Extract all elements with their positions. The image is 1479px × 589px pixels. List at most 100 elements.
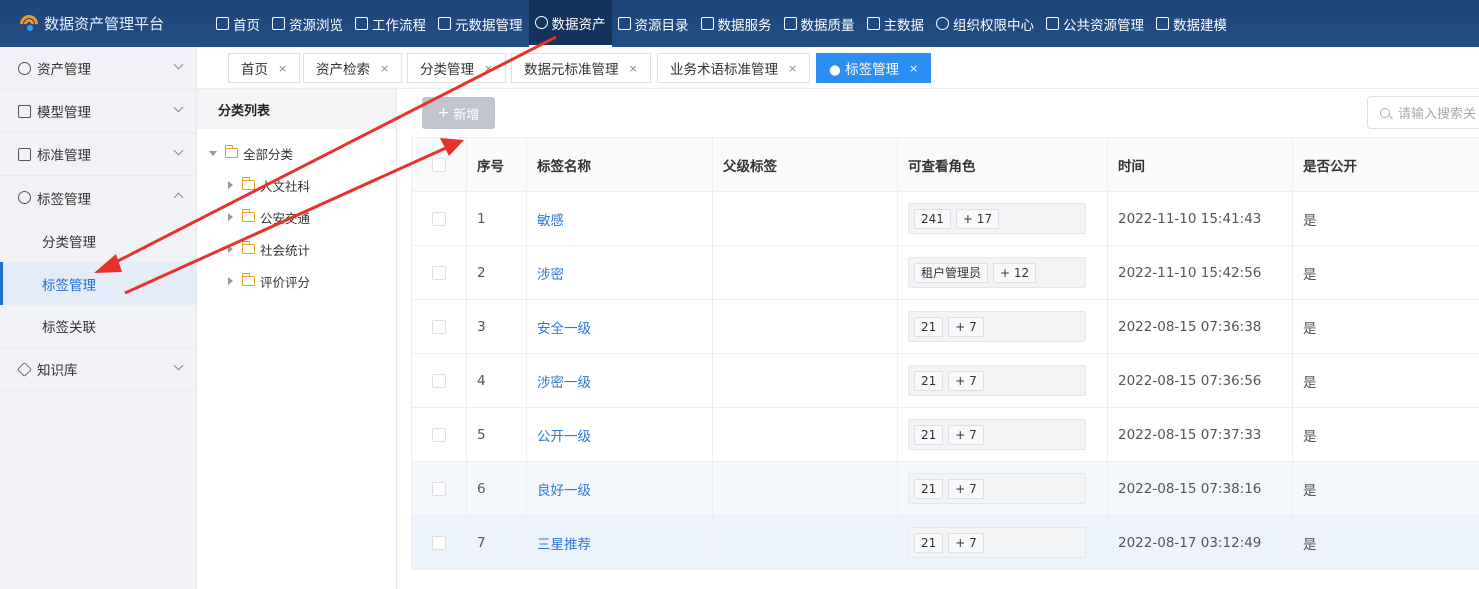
close-icon[interactable]: ×: [484, 62, 493, 75]
caret-right-icon[interactable]: [228, 245, 233, 253]
sidebar-group-knowledge-base[interactable]: 知识库: [0, 348, 196, 391]
tab-data-element-standard[interactable]: 数据元标准管理 ×: [511, 53, 651, 83]
row-checkbox[interactable]: [432, 535, 446, 550]
tree-node[interactable]: 评价评分: [197, 265, 396, 297]
tag-name-link[interactable]: 良好一级: [537, 483, 591, 499]
folder-icon: [242, 273, 255, 286]
bar-chart-icon: [783, 17, 797, 30]
close-icon[interactable]: ×: [788, 62, 797, 75]
category-tree: 分类列表 全部分类 人文社科 公安交通 社会统计 评价评分: [197, 89, 397, 589]
caret-down-icon[interactable]: [209, 150, 217, 156]
row-number: 6: [466, 461, 527, 516]
sidebar: 资产管理 模型管理 标准管理 标签管理 分类管理 标签管理 标签关联 知识库: [0, 47, 197, 589]
tag-name-link[interactable]: 敏感: [537, 213, 564, 229]
sidebar-item-tag-association[interactable]: 标签关联: [0, 305, 196, 348]
nav-item-data-modeling[interactable]: 数据建模: [1150, 0, 1233, 47]
sidebar-group-tag-management[interactable]: 标签管理: [0, 176, 196, 219]
tree-node[interactable]: 人文社科: [197, 169, 396, 201]
caret-right-icon[interactable]: [228, 277, 233, 285]
close-icon[interactable]: ×: [278, 62, 287, 75]
sidebar-item-category-management[interactable]: 分类管理: [0, 219, 196, 262]
chevron-down-icon: [173, 102, 184, 113]
tree-node[interactable]: 公安交通: [197, 201, 396, 233]
time-cell: 2022-08-15 07:37:33: [1107, 407, 1293, 462]
row-checkbox[interactable]: [432, 265, 446, 280]
nav-item-data-quality[interactable]: 数据质量: [778, 0, 861, 47]
tab-label: ● 标签管理: [829, 62, 900, 78]
tag-name-link[interactable]: 安全一级: [537, 321, 591, 337]
chevron-down-icon: [173, 59, 184, 70]
tab-asset-search[interactable]: 资产检索 ×: [303, 53, 403, 83]
layers-icon: [438, 17, 451, 30]
sidebar-group-asset-management[interactable]: 资产管理: [0, 47, 196, 90]
time-cell: 2022-11-10 15:42:56: [1107, 245, 1293, 300]
sidebar-group-standard-management[interactable]: 标准管理: [0, 133, 196, 176]
nav-item-data-service[interactable]: 数据服务: [695, 0, 778, 47]
nav-item-catalog[interactable]: 资源目录: [612, 0, 695, 47]
sidebar-group-label: 模型管理: [37, 105, 91, 121]
row-checkbox[interactable]: [432, 427, 446, 442]
close-icon[interactable]: ×: [629, 62, 638, 75]
roles-select[interactable]: 21 + 7: [908, 419, 1086, 450]
tag-name-cell: 敏感: [526, 191, 713, 246]
sidebar-item-tag-management[interactable]: 标签管理: [0, 262, 196, 305]
tag-name-link[interactable]: 涉密: [537, 267, 564, 283]
roles-select[interactable]: 租户管理员 + 12: [908, 257, 1086, 288]
roles-select[interactable]: 241 + 17: [908, 203, 1086, 234]
tag-name-link[interactable]: 三星推荐: [537, 537, 591, 553]
tag-name-link[interactable]: 公开一级: [537, 429, 591, 445]
row-checkbox[interactable]: [432, 481, 446, 496]
tree-node-root[interactable]: 全部分类: [197, 137, 396, 169]
roles-select[interactable]: 21 + 7: [908, 365, 1086, 396]
nav-item-public-resource[interactable]: 公共资源管理: [1040, 0, 1150, 47]
tree-node-label: 社会统计: [260, 242, 311, 258]
row-checkbox[interactable]: [432, 373, 446, 388]
time-cell: 2022-08-15 07:36:38: [1107, 299, 1293, 354]
roles-select[interactable]: 21 + 7: [908, 473, 1086, 504]
public-cell: 是: [1292, 461, 1479, 516]
nav-label: 工作流程: [372, 17, 426, 34]
brand[interactable]: 数据资产管理平台: [0, 0, 210, 47]
tag-name-link[interactable]: 涉密一级: [537, 375, 591, 391]
row-number: 1: [466, 191, 527, 246]
nav-item-data-assets[interactable]: 数据资产: [528, 0, 612, 47]
tab-home[interactable]: 首页 ×: [228, 53, 301, 83]
sidebar-group-model-management[interactable]: 模型管理: [0, 90, 196, 133]
table-row[interactable]: 7 三星推荐 21 + 7 2022-08-17 03:12:49 是: [411, 515, 1479, 570]
nav-item-metadata[interactable]: 元数据管理: [432, 0, 529, 47]
nav-label: 组织权限中心: [953, 17, 1034, 34]
table-row[interactable]: 1 敏感 241 + 17 2022-11-10 15:41:43 是: [411, 191, 1479, 246]
table-row[interactable]: 2 涉密 租户管理员 + 12 2022-11-10 15:42:56 是: [411, 245, 1479, 300]
search-input[interactable]: 请输入搜索关: [1367, 96, 1479, 129]
roles-select[interactable]: 21 + 7: [908, 527, 1086, 558]
tab-label: 业务术语标准管理: [670, 62, 778, 78]
sidebar-item-label: 分类管理: [42, 234, 96, 251]
nav-item-home[interactable]: 首页: [210, 0, 266, 47]
nav-item-org-permission[interactable]: 组织权限中心: [930, 0, 1040, 47]
caret-right-icon[interactable]: [228, 213, 233, 221]
table-row[interactable]: 4 涉密一级 21 + 7 2022-08-15 07:36:56 是: [411, 353, 1479, 408]
tab-tag-management[interactable]: ● 标签管理 ×: [816, 53, 932, 83]
table-row[interactable]: 6 良好一级 21 + 7 2022-08-15 07:38:16 是: [411, 461, 1479, 516]
row-checkbox[interactable]: [432, 319, 446, 334]
close-icon[interactable]: ×: [909, 62, 918, 75]
main-content: + 新增 请输入搜索关 序号 标签名称 父级标签 可查看角色 时间 是否公开 1: [398, 89, 1479, 589]
nav-item-master-data[interactable]: 主数据: [861, 0, 931, 47]
public-cell: 是: [1292, 299, 1479, 354]
table-row[interactable]: 3 安全一级 21 + 7 2022-08-15 07:36:38 是: [411, 299, 1479, 354]
tab-business-term-standard[interactable]: 业务术语标准管理 ×: [657, 53, 811, 83]
nav-item-resource-browse[interactable]: 资源浏览: [266, 0, 349, 47]
tree-node[interactable]: 社会统计: [197, 233, 396, 265]
add-button[interactable]: + 新增: [422, 97, 495, 129]
select-all-checkbox[interactable]: [432, 157, 446, 172]
tab-category-management[interactable]: 分类管理 ×: [407, 53, 507, 83]
row-checkbox[interactable]: [432, 211, 446, 226]
nav-item-workflow[interactable]: 工作流程: [349, 0, 432, 47]
row-number: 5: [466, 407, 527, 462]
top-navbar: 数据资产管理平台 首页 资源浏览 工作流程 元数据管理 数据资产 资源目录 数据…: [0, 0, 1479, 47]
table-row[interactable]: 5 公开一级 21 + 7 2022-08-15 07:37:33 是: [411, 407, 1479, 462]
chevron-down-icon: [173, 145, 184, 156]
roles-select[interactable]: 21 + 7: [908, 311, 1086, 342]
close-icon[interactable]: ×: [380, 62, 389, 75]
caret-right-icon[interactable]: [228, 181, 233, 189]
